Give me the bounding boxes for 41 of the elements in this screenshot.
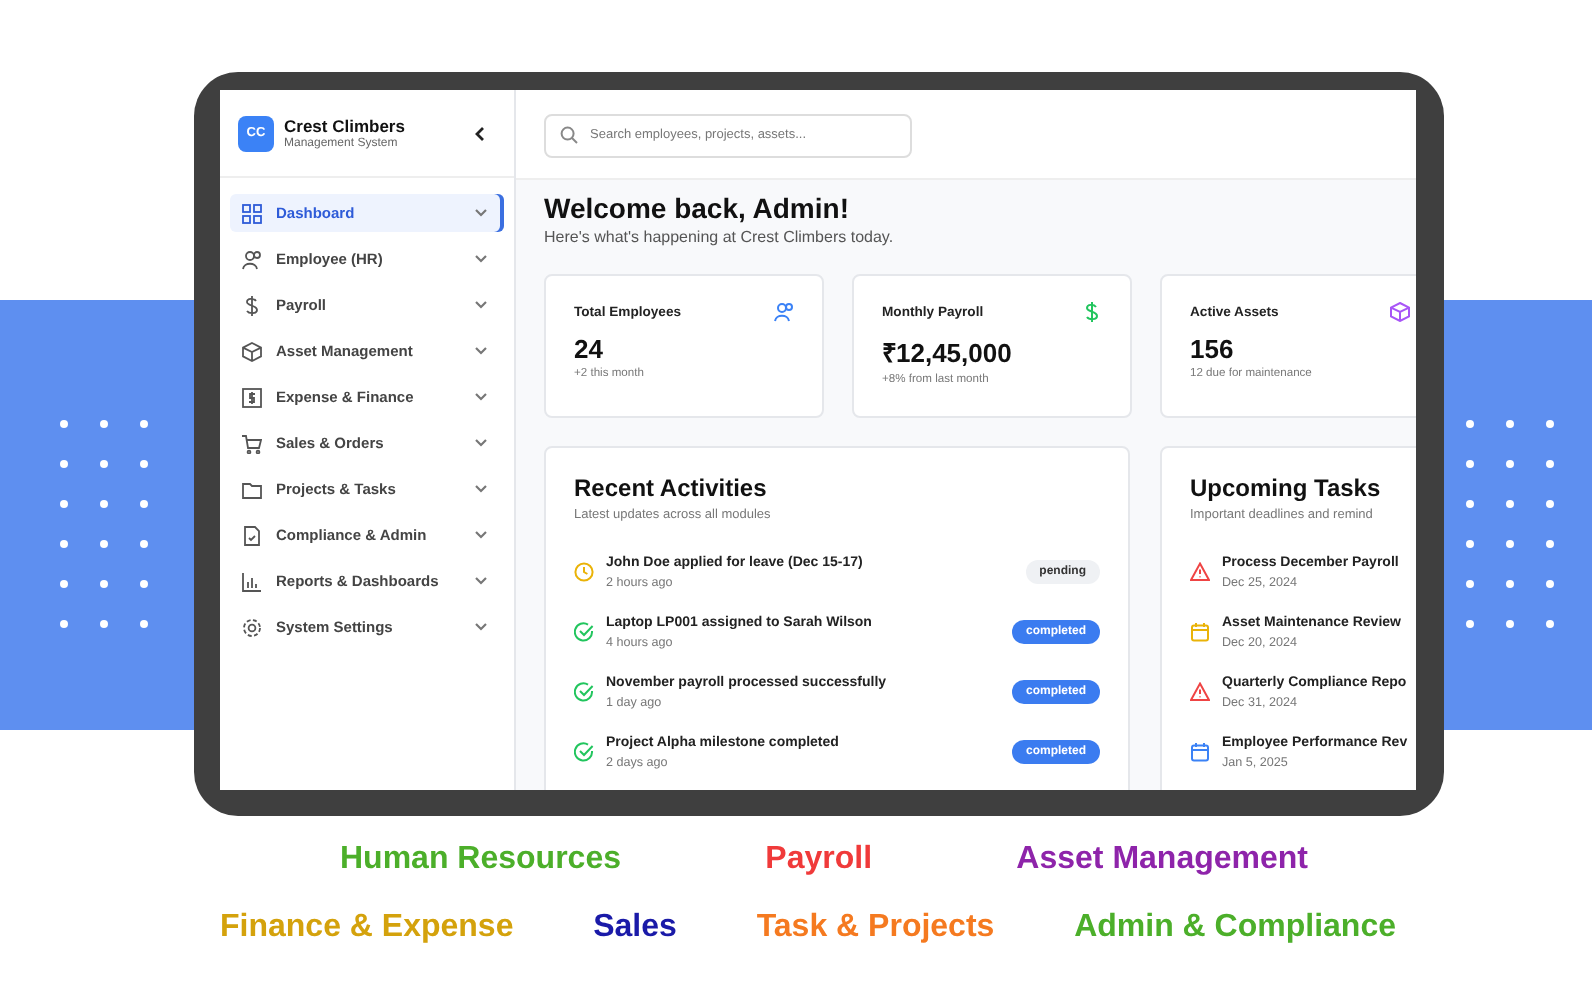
chevron-down-icon xyxy=(474,392,488,402)
module-label: Task & Projects xyxy=(756,910,995,946)
chevron-down-icon xyxy=(474,300,488,310)
chevron-down-icon xyxy=(474,530,488,540)
check-circle-icon xyxy=(574,622,594,642)
chevron-down-icon xyxy=(474,576,488,586)
stat-value: 24 xyxy=(574,334,605,364)
welcome-subtitle: Here's what's happening at Crest Climbers today. xyxy=(544,228,896,246)
search-icon xyxy=(560,125,578,143)
module-label: Sales xyxy=(593,910,677,946)
welcome-title: Welcome back, Admin! xyxy=(544,192,851,224)
module-label: Payroll xyxy=(765,842,873,878)
stat-value: 156 xyxy=(1190,334,1236,364)
menu-item-icon xyxy=(242,341,262,361)
check-circle-icon xyxy=(574,742,594,762)
menu-item-icon xyxy=(242,203,262,223)
menu-item-icon xyxy=(242,433,262,453)
module-label: Human Resources xyxy=(340,842,621,878)
menu-item-icon xyxy=(242,571,262,591)
module-label: Admin & Compliance xyxy=(1074,910,1396,946)
brand-title: Crest Climbers xyxy=(284,116,407,136)
card-title: Upcoming Tasks xyxy=(1190,474,1383,502)
chevron-down-icon xyxy=(474,484,488,494)
menu-item-icon xyxy=(242,387,262,407)
menu-item-icon xyxy=(242,617,262,637)
menu-item-icon xyxy=(242,479,262,499)
stat-value: ₹12,45,000 xyxy=(882,336,1014,370)
chevron-down-icon xyxy=(474,438,488,448)
menu-item-icon xyxy=(242,249,262,269)
menu-item-icon xyxy=(242,295,262,315)
module-label: Asset Management xyxy=(1016,842,1308,878)
collapse-icon[interactable] xyxy=(474,125,486,141)
chevron-down-icon xyxy=(474,208,488,218)
clock-icon xyxy=(574,562,594,582)
module-label: Finance & Expense xyxy=(220,910,514,946)
card-title: Recent Activities xyxy=(574,474,769,502)
chevron-down-icon xyxy=(474,346,488,356)
check-circle-icon xyxy=(574,682,594,702)
chevron-down-icon xyxy=(474,254,488,264)
chevron-down-icon xyxy=(474,622,488,632)
menu-item-icon xyxy=(242,525,262,545)
